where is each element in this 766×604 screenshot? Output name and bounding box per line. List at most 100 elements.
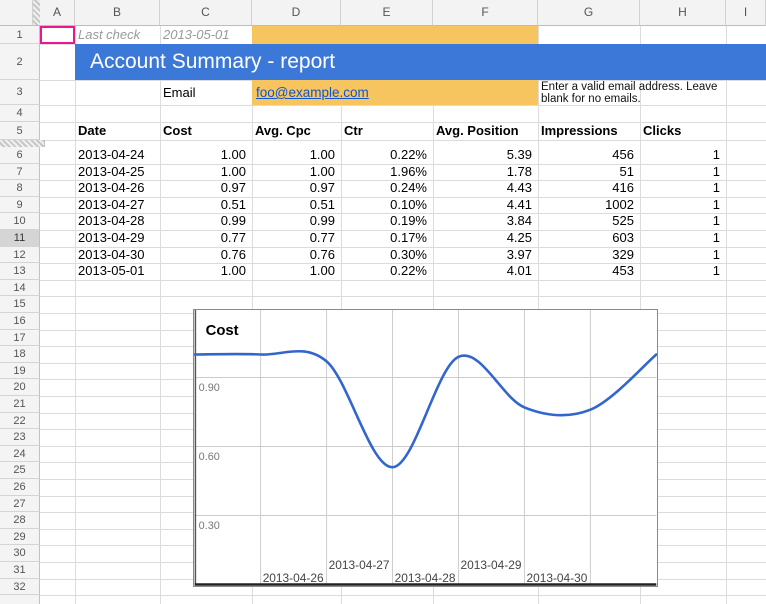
table-cell[interactable]: 603 <box>541 230 634 247</box>
column-header-G[interactable]: G <box>538 0 640 26</box>
row-header-12[interactable]: 12 <box>0 247 40 264</box>
row-header-20[interactable]: 20 <box>0 379 40 396</box>
report-title-cell[interactable]: Account Summary - report <box>75 44 766 80</box>
column-header-A[interactable]: A <box>40 0 75 26</box>
column-header-F[interactable]: F <box>433 0 538 26</box>
table-cell[interactable]: 0.77 <box>255 230 335 247</box>
table-cell[interactable]: 2013-04-24 <box>78 147 154 164</box>
table-cell[interactable]: 5.39 <box>436 147 532 164</box>
table-cell[interactable]: 0.99 <box>255 213 335 230</box>
table-cell[interactable]: 0.30% <box>344 247 427 264</box>
table-cell[interactable]: 4.01 <box>436 263 532 280</box>
table-cell[interactable]: 2013-04-29 <box>78 230 154 247</box>
table-cell[interactable]: 0.22% <box>344 147 427 164</box>
column-header-D[interactable]: D <box>252 0 341 26</box>
row-header-14[interactable]: 14 <box>0 280 40 297</box>
row-header-2[interactable]: 2 <box>0 44 40 80</box>
row-header-18[interactable]: 18 <box>0 346 40 363</box>
table-cell[interactable]: 51 <box>541 164 634 181</box>
cost-chart[interactable]: 0.300.600.902013-04-262013-04-272013-04-… <box>193 309 658 587</box>
row-header-4[interactable]: 4 <box>0 105 40 122</box>
row-header-29[interactable]: 29 <box>0 529 40 546</box>
row-header-21[interactable]: 21 <box>0 396 40 413</box>
row-header-27[interactable]: 27 <box>0 496 40 513</box>
row-header-16[interactable]: 16 <box>0 313 40 330</box>
table-cell[interactable]: 0.99 <box>163 213 246 230</box>
table-header-avg-cpc[interactable]: Avg. Cpc <box>255 122 335 140</box>
column-header-E[interactable]: E <box>341 0 433 26</box>
table-cell[interactable]: 1.00 <box>163 263 246 280</box>
table-cell[interactable]: 1 <box>643 247 720 264</box>
row-header-32[interactable]: 32 <box>0 579 40 596</box>
table-cell[interactable]: 3.97 <box>436 247 532 264</box>
table-cell[interactable]: 1.00 <box>163 147 246 164</box>
row-header-23[interactable]: 23 <box>0 429 40 446</box>
table-cell[interactable]: 416 <box>541 180 634 197</box>
column-header-B[interactable]: B <box>75 0 160 26</box>
row-header-25[interactable]: 25 <box>0 462 40 479</box>
table-cell[interactable]: 1 <box>643 164 720 181</box>
highlight-range-d3-f3[interactable]: foo@example.com <box>252 80 538 105</box>
row-header-31[interactable]: 31 <box>0 562 40 579</box>
table-header-clicks[interactable]: Clicks <box>643 122 720 140</box>
row-header-26[interactable]: 26 <box>0 479 40 496</box>
row-header-28[interactable]: 28 <box>0 512 40 529</box>
row-header-11[interactable]: 11 <box>0 230 40 247</box>
table-cell[interactable]: 1 <box>643 147 720 164</box>
table-cell[interactable]: 0.51 <box>163 197 246 214</box>
table-cell[interactable]: 0.76 <box>255 247 335 264</box>
row-header-15[interactable]: 15 <box>0 296 40 313</box>
table-cell[interactable]: 4.43 <box>436 180 532 197</box>
corner-cell[interactable] <box>0 0 33 26</box>
row-header-10[interactable]: 10 <box>0 213 40 230</box>
table-cell[interactable]: 1 <box>643 180 720 197</box>
row-header-7[interactable]: 7 <box>0 164 40 181</box>
table-cell[interactable]: 2013-04-30 <box>78 247 154 264</box>
table-cell[interactable]: 1.96% <box>344 164 427 181</box>
table-cell[interactable]: 0.22% <box>344 263 427 280</box>
table-header-ctr[interactable]: Ctr <box>344 122 427 140</box>
table-cell[interactable]: 0.17% <box>344 230 427 247</box>
table-header-cost[interactable]: Cost <box>163 122 246 140</box>
email-label-cell[interactable]: Email <box>163 80 251 105</box>
table-cell[interactable]: 3.84 <box>436 213 532 230</box>
table-cell[interactable]: 1.00 <box>255 147 335 164</box>
table-cell[interactable]: 2013-04-25 <box>78 164 154 181</box>
table-cell[interactable]: 4.25 <box>436 230 532 247</box>
highlight-range-d1-f1[interactable] <box>252 26 538 44</box>
table-cell[interactable]: 0.10% <box>344 197 427 214</box>
row-header-17[interactable]: 17 <box>0 330 40 347</box>
row-header-19[interactable]: 19 <box>0 363 40 380</box>
table-cell[interactable]: 0.97 <box>163 180 246 197</box>
table-header-impressions[interactable]: Impressions <box>541 122 634 140</box>
email-link[interactable]: foo@example.com <box>256 85 369 100</box>
table-cell[interactable]: 1 <box>643 230 720 247</box>
table-cell[interactable]: 0.76 <box>163 247 246 264</box>
row-header-1[interactable]: 1 <box>0 26 40 44</box>
table-cell[interactable]: 0.51 <box>255 197 335 214</box>
table-cell[interactable]: 453 <box>541 263 634 280</box>
row-header-22[interactable]: 22 <box>0 413 40 430</box>
table-cell[interactable]: 456 <box>541 147 634 164</box>
column-header-I[interactable]: I <box>726 0 766 26</box>
row-header-3[interactable]: 3 <box>0 80 40 105</box>
row-header-13[interactable]: 13 <box>0 263 40 280</box>
table-cell[interactable]: 0.24% <box>344 180 427 197</box>
table-cell[interactable]: 1 <box>643 213 720 230</box>
table-header-avg-position[interactable]: Avg. Position <box>436 122 532 140</box>
row-header-30[interactable]: 30 <box>0 545 40 562</box>
row-header-6[interactable]: 6 <box>0 147 40 164</box>
table-cell[interactable]: 1.78 <box>436 164 532 181</box>
table-cell[interactable]: 1002 <box>541 197 634 214</box>
table-cell[interactable]: 1.00 <box>255 263 335 280</box>
column-header-H[interactable]: H <box>640 0 726 26</box>
table-header-date[interactable]: Date <box>78 122 154 140</box>
table-cell[interactable]: 2013-04-26 <box>78 180 154 197</box>
table-cell[interactable]: 2013-04-27 <box>78 197 154 214</box>
table-cell[interactable]: 2013-05-01 <box>78 263 154 280</box>
last-check-label-cell[interactable]: Last check <box>78 26 158 44</box>
table-cell[interactable]: 1.00 <box>163 164 246 181</box>
row-header-9[interactable]: 9 <box>0 197 40 214</box>
row-header-24[interactable]: 24 <box>0 446 40 463</box>
table-cell[interactable]: 0.19% <box>344 213 427 230</box>
